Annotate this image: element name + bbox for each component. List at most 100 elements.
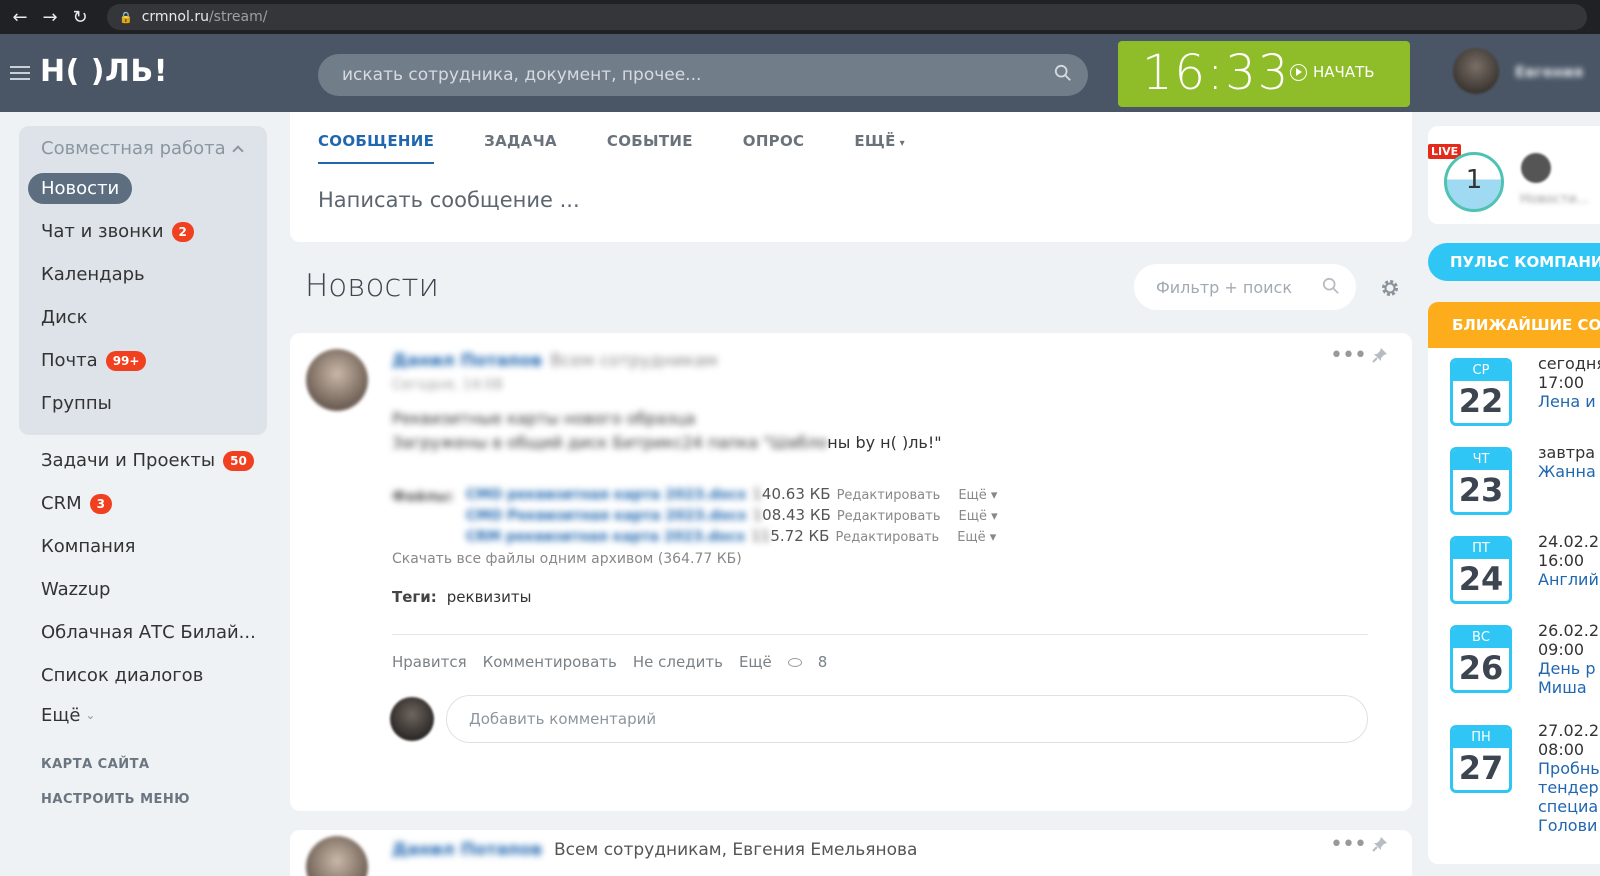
more-dots-icon[interactable]: •••: [1330, 345, 1367, 367]
menu-item-dialogs[interactable]: Список диалогов: [19, 654, 267, 697]
more-dots-icon[interactable]: •••: [1330, 834, 1367, 856]
edit-file-link[interactable]: Редактировать: [835, 530, 939, 545]
message-input[interactable]: Написать сообщение ...: [318, 188, 580, 212]
lock-icon: 🔒: [119, 10, 133, 24]
file-row: CRM реквизитная карта 2023.docx 115.72 К…: [466, 527, 997, 545]
menu-icon[interactable]: [10, 66, 30, 84]
tab-poll[interactable]: ОПРОС: [743, 132, 805, 164]
event-link[interactable]: День р: [1538, 659, 1599, 678]
app-header: Н( )ЛЬ! искать сотрудника, документ, про…: [0, 34, 1600, 112]
unfollow-button[interactable]: Не следить: [633, 653, 723, 671]
forward-icon[interactable]: →: [35, 7, 65, 28]
crm-count-badge: 3: [89, 493, 112, 514]
composer-tabs: СООБЩЕНИЕ ЗАДАЧА СОБЫТИЕ ОПРОС ЕЩЁ ▾: [318, 132, 955, 164]
clock-time: 16:33: [1142, 45, 1291, 101]
avatar[interactable]: [1453, 48, 1499, 94]
live-feed-widget[interactable]: LIVE 1 Новости...: [1428, 126, 1600, 224]
event-link[interactable]: Англий: [1538, 570, 1599, 589]
calendar-icon: ВС 26: [1450, 625, 1512, 693]
post-actions: Нравится Комментировать Не следить Ещё 8: [392, 653, 859, 671]
calendar-icon: ПТ 24: [1450, 536, 1512, 604]
menu-item-mail[interactable]: Почта 99+: [19, 339, 267, 382]
comment-button[interactable]: Комментировать: [483, 653, 617, 671]
search-icon[interactable]: [1054, 64, 1072, 82]
mail-count-badge: 99+: [105, 350, 147, 371]
avatar[interactable]: [306, 349, 368, 411]
start-workday-button[interactable]: НАЧАТЬ: [1290, 63, 1375, 81]
back-icon[interactable]: ←: [5, 7, 35, 28]
download-all-link[interactable]: Скачать все файлы одним архивом (364.77 …: [392, 551, 742, 567]
event-link[interactable]: Жанна: [1538, 462, 1596, 481]
post-text: Реквизитные карты нового образца: [392, 409, 696, 428]
comment-input[interactable]: Добавить комментарий: [446, 695, 1368, 743]
live-text: Новости...: [1520, 192, 1589, 207]
file-link[interactable]: CRM реквизитная карта 2023.docx: [466, 529, 745, 545]
tab-more[interactable]: ЕЩЁ ▾: [854, 132, 905, 164]
avatar[interactable]: [306, 836, 368, 876]
search-input[interactable]: искать сотрудника, документ, прочее...: [318, 54, 1088, 96]
upcoming-events-widget: БЛИЖАЙШИЕ СОБЫТИЯ СР22 сегодня17:00Лена …: [1428, 302, 1600, 864]
menu-item-chat[interactable]: Чат и звонки 2: [19, 210, 267, 253]
reload-icon[interactable]: ↻: [65, 7, 95, 28]
company-pulse-button[interactable]: ПУЛЬС КОМПАНИИ: [1428, 243, 1600, 281]
menu-item-cloud-pbx[interactable]: Облачная АТС Билай...: [19, 611, 267, 654]
search-placeholder: искать сотрудника, документ, прочее...: [342, 65, 702, 85]
address-bar[interactable]: 🔒 crmnol.ru /stream/: [107, 4, 1587, 30]
worktime-widget[interactable]: 16:33 НАЧАТЬ: [1118, 41, 1410, 107]
chevron-up-icon: [232, 144, 244, 157]
logo[interactable]: Н( )ЛЬ!: [40, 54, 168, 89]
pin-icon[interactable]: [1372, 836, 1388, 852]
url-path: /stream/: [208, 9, 268, 25]
file-link[interactable]: CMO Реквизитная карта 2023.docx: [466, 508, 747, 524]
pin-icon[interactable]: [1372, 347, 1388, 363]
caret-down-icon: ▾: [899, 138, 905, 149]
sitemap-link[interactable]: КАРТА САЙТА: [19, 757, 267, 772]
avatar: [390, 697, 434, 741]
search-icon[interactable]: [1322, 277, 1340, 295]
menu-item-news[interactable]: Новости: [19, 167, 267, 210]
filter-search-input[interactable]: Фильтр + поиск: [1134, 264, 1356, 310]
file-more-button[interactable]: Ещё ▾: [959, 509, 998, 524]
file-link[interactable]: CMO реквизитная карта 2023.docx: [466, 487, 746, 503]
more-button[interactable]: Ещё: [739, 653, 772, 671]
post-text: Загружены в общий диск Битрикс24 папка "…: [392, 433, 942, 452]
events-title: БЛИЖАЙШИЕ СОБЫТИЯ: [1428, 302, 1600, 348]
live-counter: 1: [1444, 152, 1504, 212]
menu-group-title[interactable]: Совместная работа: [19, 130, 267, 167]
browser-toolbar: ← → ↻ 🔒 crmnol.ru /stream/: [0, 0, 1600, 34]
event-link[interactable]: Лена и: [1538, 392, 1600, 411]
like-button[interactable]: Нравится: [392, 653, 467, 671]
menu-item-disk[interactable]: Диск: [19, 296, 267, 339]
event-link[interactable]: Пробны: [1538, 759, 1600, 778]
edit-file-link[interactable]: Редактировать: [837, 488, 941, 503]
file-more-button[interactable]: Ещё ▾: [957, 530, 996, 545]
menu-item-company[interactable]: Компания: [19, 525, 267, 568]
menu-item-calendar[interactable]: Календарь: [19, 253, 267, 296]
edit-file-link[interactable]: Редактировать: [837, 509, 941, 524]
calendar-icon: ЧТ 23: [1450, 447, 1512, 515]
tag-link[interactable]: реквизиты: [447, 588, 532, 606]
page-title: Новости: [305, 268, 439, 304]
calendar-icon: ПН 27: [1450, 725, 1512, 793]
tab-task[interactable]: ЗАДАЧА: [484, 132, 557, 164]
post-author[interactable]: Данил Потапов: [392, 351, 542, 371]
menu-item-tasks[interactable]: Задачи и Проекты 50: [19, 439, 267, 482]
left-menu: Совместная работа Новости Чат и звонки 2 …: [19, 126, 267, 807]
menu-item-wazzup[interactable]: Wazzup: [19, 568, 267, 611]
menu-item-crm[interactable]: CRM 3: [19, 482, 267, 525]
views-counter: 8: [787, 653, 844, 671]
start-label: НАЧАТЬ: [1313, 63, 1375, 81]
tab-event[interactable]: СОБЫТИЕ: [607, 132, 693, 164]
file-more-button[interactable]: Ещё ▾: [958, 488, 997, 503]
user-name[interactable]: Евгения: [1515, 63, 1583, 81]
configure-menu-link[interactable]: НАСТРОИТЬ МЕНЮ: [19, 792, 267, 807]
menu-item-groups[interactable]: Группы: [19, 382, 267, 425]
url-host: crmnol.ru: [141, 9, 209, 25]
post-destination: Всем сотрудникам: [550, 351, 718, 371]
divider: [392, 634, 1368, 635]
post-composer: СООБЩЕНИЕ ЗАДАЧА СОБЫТИЕ ОПРОС ЕЩЁ ▾ Напи…: [290, 112, 1412, 242]
gear-icon[interactable]: [1380, 278, 1400, 298]
menu-item-more[interactable]: Ещё ⌄: [19, 697, 267, 733]
post-author[interactable]: Данил Потапов: [392, 840, 542, 860]
tab-message[interactable]: СООБЩЕНИЕ: [318, 132, 435, 164]
